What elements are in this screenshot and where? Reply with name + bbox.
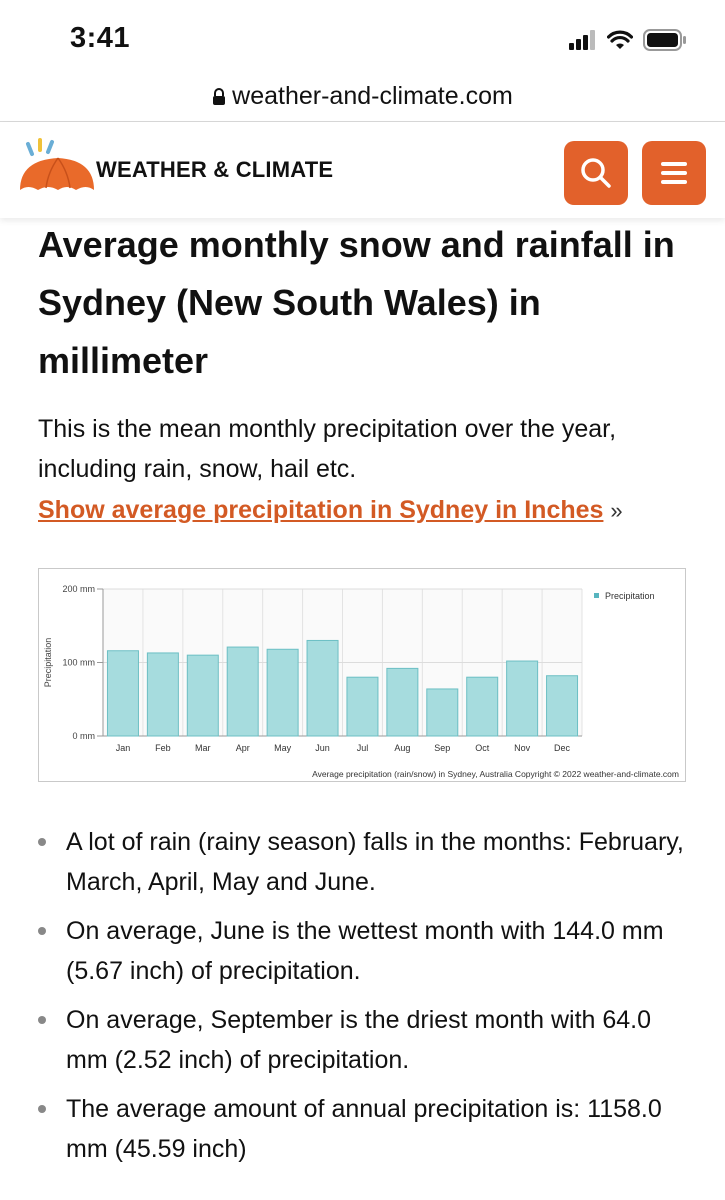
y-axis-label: Precipitation: [43, 638, 53, 688]
page-title: Average monthly snow and rainfall in Syd…: [38, 224, 675, 381]
x-tick-label: Aug: [394, 743, 410, 753]
inches-link[interactable]: Show average precipitation in Sydney in …: [38, 496, 603, 524]
legend-label: Precipitation: [605, 591, 655, 601]
intro-text: This is the mean monthly precipitation o…: [38, 415, 617, 483]
x-tick-label: Jul: [357, 743, 369, 753]
fact-text: On average, June is the wettest month wi…: [66, 917, 664, 985]
search-button[interactable]: [564, 141, 628, 205]
x-tick-label: Oct: [475, 743, 490, 753]
bar-jan: [106, 650, 139, 737]
list-item: On average, September is the driest mont…: [38, 1000, 688, 1080]
x-tick-label: Apr: [236, 743, 250, 753]
status-icons: [569, 26, 687, 54]
bullet-icon: [38, 1105, 46, 1113]
status-time: 3:41: [70, 22, 131, 54]
x-tick-label: Jun: [315, 743, 330, 753]
legend-swatch: [594, 593, 599, 598]
fact-text: A lot of rain (rainy season) falls in th…: [66, 828, 684, 896]
wifi-icon: [607, 30, 633, 49]
site-header: WEATHER & CLIMATE: [0, 122, 725, 218]
x-tick-label: Feb: [155, 743, 171, 753]
site-brand[interactable]: WEATHER & CLIMATE: [96, 157, 333, 183]
x-tick-label: Nov: [514, 743, 531, 753]
hamburger-icon: [661, 162, 687, 184]
x-tick-label: Jan: [116, 743, 131, 753]
inch-link-row: Show average precipitation in Sydney in …: [38, 490, 623, 531]
search-icon: [581, 158, 611, 188]
bullet-icon: [38, 927, 46, 935]
y-tick-label: 0 mm: [73, 731, 96, 741]
bar-jun: [306, 639, 339, 737]
lock-icon: [213, 87, 226, 105]
list-item: On average, June is the wettest month wi…: [38, 911, 688, 991]
x-tick-label: Dec: [554, 743, 571, 753]
x-tick-label: Mar: [195, 743, 211, 753]
address-bar[interactable]: weather-and-climate.com: [0, 72, 725, 122]
bar-dec: [546, 675, 579, 737]
precipitation-chart: 0 mm 100 mm 200 mm Precipitation Jan Feb Mar Ap…: [38, 568, 686, 782]
menu-button[interactable]: [642, 141, 706, 205]
status-bar: 3:41: [0, 0, 725, 72]
battery-icon: [643, 29, 686, 51]
list-item: A lot of rain (rainy season) falls in th…: [38, 822, 688, 902]
bar-mar: [186, 654, 219, 737]
bar-sep: [426, 688, 459, 737]
bar-oct: [466, 676, 499, 737]
bar-feb: [146, 652, 179, 737]
bar-may: [266, 648, 299, 737]
y-tick-label: 100 mm: [62, 658, 95, 668]
bar-apr: [226, 646, 259, 737]
link-arrow: »: [610, 498, 623, 523]
chart-caption: Average precipitation (rain/snow) in Syd…: [312, 769, 679, 779]
fact-text: The average amount of annual precipitati…: [66, 1095, 662, 1163]
bar-nov: [506, 660, 539, 737]
x-tick-label: Sep: [434, 743, 450, 753]
url-text[interactable]: weather-and-climate.com: [232, 82, 513, 111]
bar-aug: [386, 667, 419, 737]
bullet-icon: [38, 1016, 46, 1024]
y-tick-label: 200 mm: [62, 584, 95, 594]
facts-list: A lot of rain (rainy season) falls in th…: [38, 822, 688, 1178]
fact-text: On average, September is the driest mont…: [66, 1006, 652, 1074]
list-item: The average amount of annual precipitati…: [38, 1089, 688, 1169]
bullet-icon: [38, 838, 46, 846]
chart-svg: 0 mm 100 mm 200 mm Precipitation Jan Feb Mar Ap…: [43, 584, 679, 779]
bar-jul: [346, 676, 379, 737]
x-tick-label: May: [274, 743, 292, 753]
signal-icon: [569, 30, 595, 50]
umbrella-logo-icon[interactable]: [18, 138, 96, 202]
